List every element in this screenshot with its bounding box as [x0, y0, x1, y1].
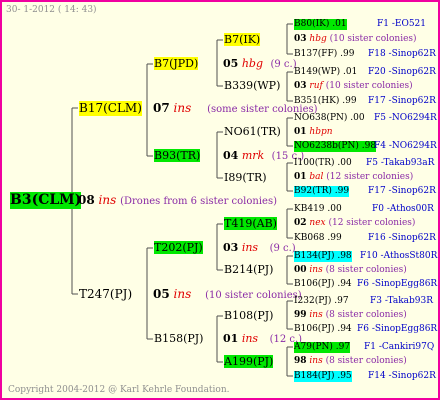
gen4-mating: 01 hbpn: [294, 127, 333, 137]
gen4-bottom[interactable]: B106(PJ) .94: [294, 279, 352, 290]
gen4-top[interactable]: A79(PN) .97: [294, 342, 351, 353]
gen4-bottom-id: F6 -SinopEgg86R: [357, 279, 438, 289]
gen3-node[interactable]: I89(TR): [224, 171, 267, 184]
gen4-top-id: F20 -Sinop62R: [368, 67, 436, 77]
gen3-node[interactable]: B108(PJ): [224, 309, 273, 322]
gen3-node[interactable]: B7(IK): [224, 33, 261, 46]
gen3-node[interactable]: B339(WP): [224, 79, 280, 92]
root-mating: 08 ins (Drones from 6 sister colonies): [78, 193, 277, 209]
gen4-top-id: F1 -EO521: [377, 19, 426, 29]
gen4-bottom-id: F14 -Sinop62R: [368, 371, 436, 381]
root-queen[interactable]: B3(CLM): [10, 192, 82, 209]
root-note: (Drones from 6 sister colonies): [120, 196, 277, 207]
gen3-node[interactable]: A199(PJ): [224, 355, 274, 368]
gen4-top-id: F1 -Cankiri97Q: [364, 342, 435, 352]
gen4-top[interactable]: KB419 .00: [294, 204, 342, 215]
gen1-mating: 07 ins (some sister colonies): [153, 101, 318, 115]
gen4-top-id: F10 -AthosSt80R: [360, 251, 438, 261]
gen4-mating: 99 ins (8 sister colonies): [294, 310, 407, 320]
report-date: 30- 1-2012 ( 14: 43): [6, 5, 97, 15]
gen2-mating: 03 ins (9 c.): [223, 241, 296, 254]
gen4-mating: 03 ruf (10 sister colonies): [294, 81, 413, 91]
gen4-bottom-id: F6 -SinopEgg86R: [357, 324, 438, 334]
gen2-mating: 01 ins (12 c.): [223, 332, 303, 345]
gen4-bottom[interactable]: B106(PJ) .94: [294, 324, 352, 335]
gen2-mating: 04 mrk (15 c.): [223, 149, 305, 162]
gen4-mating: 98 ins (8 sister colonies): [294, 356, 407, 366]
root-mark: ins: [98, 193, 117, 207]
gen4-top[interactable]: B149(WP) .01: [294, 67, 357, 78]
gen1-node[interactable]: B17(CLM): [79, 101, 142, 116]
gen1-node[interactable]: T247(PJ): [79, 287, 132, 302]
gen4-bottom[interactable]: B351(HK) .99: [294, 96, 357, 107]
gen4-top[interactable]: I232(PJ) .97: [294, 296, 349, 307]
gen3-node[interactable]: T419(AB): [224, 217, 277, 230]
gen4-bottom[interactable]: NO6238b(PN) .98: [294, 141, 377, 152]
gen4-top[interactable]: I100(TR) .00: [294, 158, 352, 169]
gen4-bottom-id: F17 -Sinop62R: [368, 186, 436, 196]
gen2-mating: 05 hbg (9 c.): [223, 57, 297, 70]
pedigree-frame: 30- 1-2012 ( 14: 43) B3(CLM) 08 ins (Dro…: [0, 0, 440, 400]
gen2-node[interactable]: T202(PJ): [154, 241, 203, 254]
gen4-bottom[interactable]: B137(FF) .99: [294, 49, 354, 60]
gen4-bottom[interactable]: B184(PJ) .95: [294, 371, 352, 382]
gen3-node[interactable]: B214(PJ): [224, 263, 273, 276]
gen4-bottom[interactable]: KB068 .99: [294, 233, 342, 244]
gen2-node[interactable]: B7(JPD): [154, 57, 199, 70]
gen4-top-id: F5 -Takab93aR: [366, 158, 435, 168]
gen4-mating: 02 nex (12 sister colonies): [294, 218, 416, 228]
gen4-top[interactable]: B80(IK) .01: [294, 19, 347, 30]
gen1-mating: 05 ins (10 sister colonies): [153, 287, 302, 301]
gen4-mating: 03 hbg (10 sister colonies): [294, 34, 417, 44]
gen4-top-id: F5 -NO6294R: [374, 113, 437, 123]
gen2-node[interactable]: B93(TR): [154, 149, 201, 162]
gen4-bottom[interactable]: B92(TR) .99: [294, 186, 350, 197]
footer-copyright: Copyright 2004-2012 @ Karl Kehrle Founda…: [8, 385, 230, 395]
gen4-bottom-id: F17 -Sinop62R: [368, 96, 436, 106]
gen4-bottom-id: F18 -Sinop62R: [368, 49, 436, 59]
gen4-top[interactable]: NO638(PN) .00: [294, 113, 365, 124]
gen4-mating: 01 bal (12 sister colonies): [294, 172, 414, 182]
gen4-top-id: F0 -Athos00R: [372, 204, 434, 214]
gen4-top-id: F3 -Takab93R: [370, 296, 434, 306]
gen4-top[interactable]: B134(PJ) .98: [294, 251, 352, 262]
gen4-bottom-id: F16 -Sinop62R: [368, 233, 436, 243]
gen2-node[interactable]: B158(PJ): [154, 332, 203, 345]
gen4-mating: 00 ins (8 sister colonies): [294, 265, 407, 275]
gen3-node[interactable]: NO61(TR): [224, 125, 281, 138]
gen4-bottom-id: F4 -NO6294R: [374, 141, 437, 151]
root-gen: 08: [78, 193, 95, 207]
